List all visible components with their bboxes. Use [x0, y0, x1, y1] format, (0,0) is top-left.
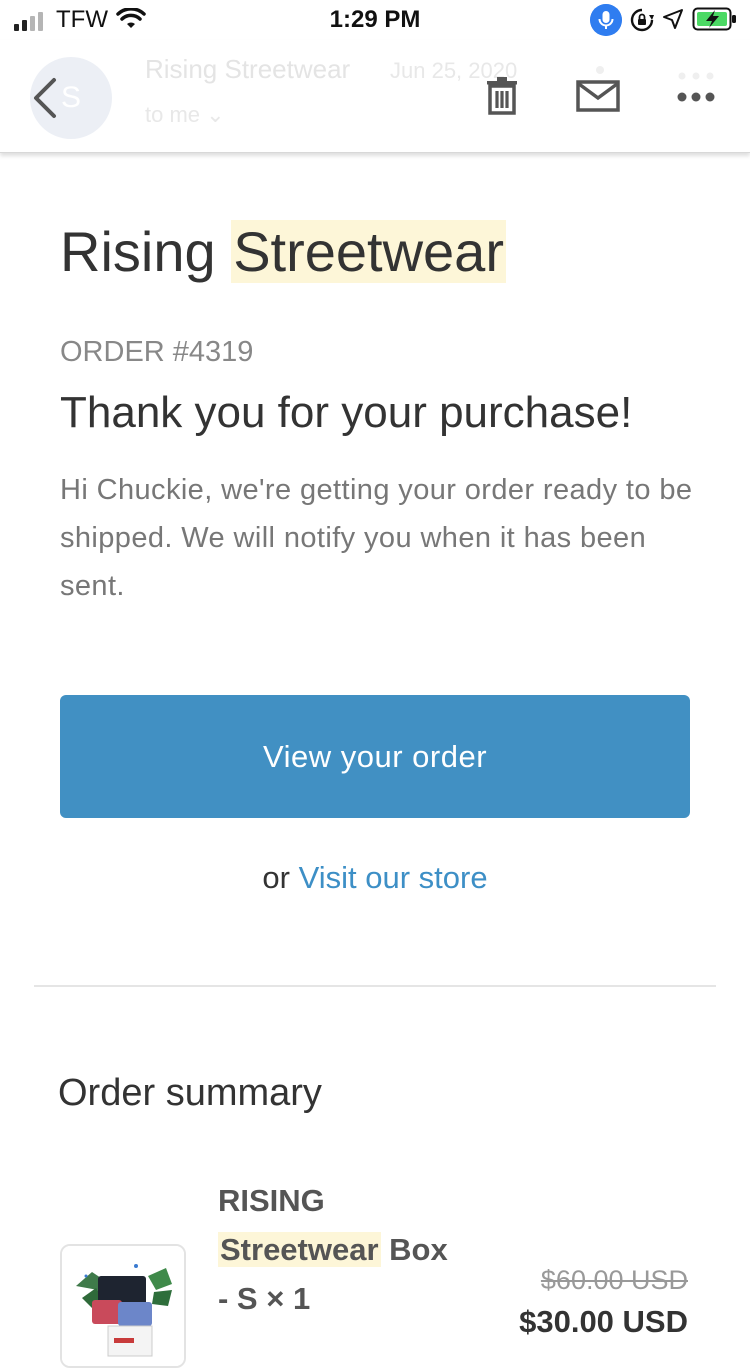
location-arrow-icon	[663, 9, 683, 29]
recipient-toggle[interactable]: to me ⌄	[145, 102, 225, 128]
view-order-button[interactable]: View your order	[60, 695, 690, 818]
product-name: RISING Streetwear Box - S × 1	[218, 1176, 478, 1323]
product-image	[62, 1246, 184, 1366]
product-name-line2: Streetwear Box	[218, 1225, 478, 1274]
product-name-rest: Box	[380, 1232, 448, 1267]
trash-icon[interactable]	[485, 76, 519, 116]
product-variant: - S × 1	[218, 1281, 311, 1316]
or-text: or	[262, 860, 290, 895]
thank-you-heading: Thank you for your purchase!	[60, 388, 633, 437]
store-brand-title: Rising Streetwear	[60, 212, 506, 292]
sender-name: Rising Streetwear	[145, 54, 351, 84]
reply-icon-ghost	[596, 66, 604, 74]
order-summary-heading: Order summary	[58, 1072, 322, 1114]
brand-word-1: Rising	[60, 220, 216, 283]
microphone-icon	[590, 4, 622, 36]
more-icon-ghost	[678, 72, 714, 80]
product-name-highlight: Streetwear	[218, 1232, 381, 1267]
product-thumbnail[interactable]	[60, 1244, 186, 1368]
sale-price: $30.00 USD	[519, 1304, 688, 1339]
product-name-line1: RISING	[218, 1183, 325, 1218]
status-bar: TFW 1:29 PM	[0, 0, 750, 40]
brand-word-highlighted: Streetwear	[231, 220, 506, 283]
original-price: $60.00 USD	[540, 1265, 688, 1295]
battery-charging-icon	[692, 7, 736, 31]
order-message: Hi Chuckie, we're getting your order rea…	[60, 474, 693, 602]
back-arrow-icon[interactable]	[26, 74, 66, 122]
store-link-line: or Visit our store	[0, 860, 750, 896]
visit-store-link[interactable]: Visit our store	[299, 860, 488, 895]
more-options-icon[interactable]	[676, 90, 716, 104]
order-number: ORDER #4319	[60, 336, 254, 368]
email-toolbar: S Rising Streetwear Jun 25, 2020 to me ⌄	[0, 40, 750, 153]
orientation-lock-icon	[630, 8, 654, 32]
mark-unread-icon[interactable]	[576, 80, 620, 112]
section-divider	[34, 985, 716, 987]
